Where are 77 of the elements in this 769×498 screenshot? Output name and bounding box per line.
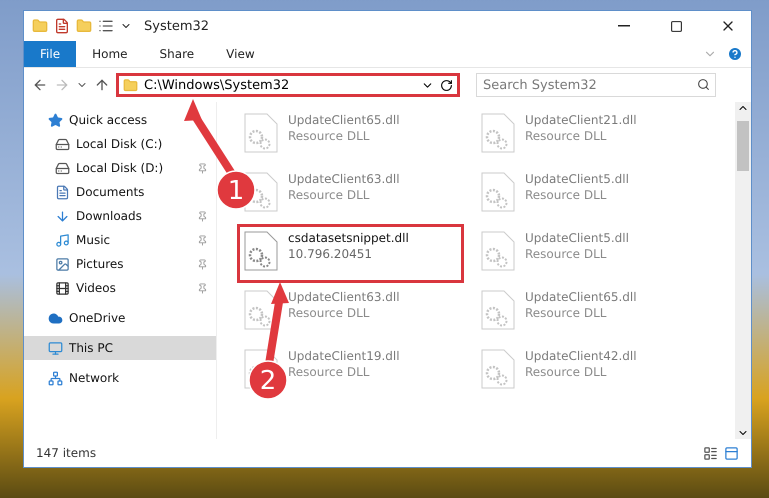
scrollbar-thumb[interactable] xyxy=(737,120,749,170)
file-detail: Resource DLL xyxy=(288,129,370,143)
file-detail: Resource DLL xyxy=(525,188,608,202)
file-name[interactable]: UpdateClient65.dll xyxy=(288,113,400,127)
help-icon xyxy=(727,46,743,62)
back-icon xyxy=(32,77,48,93)
pin-icon[interactable] xyxy=(197,282,208,294)
pin-icon[interactable] xyxy=(197,258,208,270)
picture-icon xyxy=(55,256,70,272)
file-name: csdatasetsnippet.dll xyxy=(288,231,409,245)
file-item[interactable]: csdatasetsnippet.dll 10.796.20451 xyxy=(237,224,464,283)
properties-icon[interactable] xyxy=(54,18,70,34)
up-button[interactable] xyxy=(94,77,110,93)
file-detail: 10.796.20451 xyxy=(288,247,373,261)
music-icon xyxy=(55,232,70,248)
file-detail: Resource DLL xyxy=(525,365,608,379)
search-field[interactable]: Search System32 xyxy=(476,73,716,97)
file-name[interactable]: UpdateClient5.dll xyxy=(525,172,629,186)
cloud-icon xyxy=(48,310,63,326)
ribbon-tab[interactable]: View xyxy=(210,41,271,67)
callout-number: 2 xyxy=(260,366,276,396)
back-button[interactable] xyxy=(32,77,48,93)
film-icon xyxy=(55,280,70,296)
folder-icon xyxy=(123,78,138,92)
document-icon xyxy=(55,184,70,200)
search-icon xyxy=(697,78,710,91)
ribbon-tab[interactable]: Share xyxy=(144,41,210,67)
file-detail: Resource DLL xyxy=(525,306,608,320)
file-detail: Resource DLL xyxy=(525,129,608,143)
file-name[interactable]: UpdateClient63.dll xyxy=(288,172,400,186)
file-name[interactable]: UpdateClient21.dll xyxy=(525,113,637,127)
drive-icon xyxy=(55,160,70,176)
large-icons-view-icon[interactable] xyxy=(724,446,739,460)
file-detail: Resource DLL xyxy=(525,247,608,261)
address-bar[interactable]: C:\Windows\System32 xyxy=(116,73,460,97)
star-icon xyxy=(48,112,63,128)
ribbon-tab[interactable]: File xyxy=(24,41,76,67)
file-name[interactable]: UpdateClient42.dll xyxy=(525,349,637,363)
file-name[interactable]: UpdateClient5.dll xyxy=(525,231,629,245)
file-name[interactable]: UpdateClient63.dll xyxy=(288,290,400,304)
file-detail: Resource DLL xyxy=(288,365,370,379)
sidebar-item[interactable]: Music xyxy=(24,228,216,252)
file-name[interactable]: UpdateClient19.dll xyxy=(288,349,400,363)
forward-icon xyxy=(54,77,70,93)
sidebar-item[interactable]: Network xyxy=(24,366,216,390)
download-icon xyxy=(55,208,70,224)
number-badge xyxy=(248,360,288,400)
network-icon xyxy=(48,370,63,386)
minimize-icon xyxy=(618,25,630,27)
number-badge xyxy=(216,170,256,210)
details-view-icon[interactable] xyxy=(703,446,718,460)
sidebar-item[interactable]: Local Disk (D:) xyxy=(24,156,216,180)
window-title: System32 xyxy=(144,18,210,34)
pin-icon[interactable] xyxy=(197,210,208,222)
drive-icon xyxy=(55,136,70,152)
item-count: 147 items xyxy=(36,446,98,460)
refresh-icon[interactable] xyxy=(440,78,453,92)
sidebar-item[interactable]: Videos xyxy=(24,276,216,300)
help-button[interactable] xyxy=(727,46,743,62)
file-name[interactable]: UpdateClient65.dll xyxy=(525,290,637,304)
sidebar-item[interactable]: Quick access xyxy=(24,108,216,132)
list-icon[interactable] xyxy=(98,18,114,34)
pin-icon[interactable] xyxy=(197,162,208,174)
sidebar-item[interactable]: Documents xyxy=(24,180,216,204)
sidebar-item[interactable]: Downloads xyxy=(24,204,216,228)
sidebar-item[interactable]: Pictures xyxy=(24,252,216,276)
ribbon-tab[interactable]: Home xyxy=(76,41,144,67)
file-detail: Resource DLL xyxy=(288,306,370,320)
pin-icon[interactable] xyxy=(197,234,208,246)
sidebar-item[interactable]: Local Disk (C:) xyxy=(24,132,216,156)
maximize-icon xyxy=(670,20,682,32)
sidebar-item[interactable]: OneDrive xyxy=(24,306,216,330)
up-icon xyxy=(94,77,110,93)
monitor-icon xyxy=(48,340,63,356)
callout-number: 1 xyxy=(228,176,244,206)
sidebar-item[interactable]: This PC xyxy=(24,336,216,360)
file-detail: Resource DLL xyxy=(288,188,370,202)
